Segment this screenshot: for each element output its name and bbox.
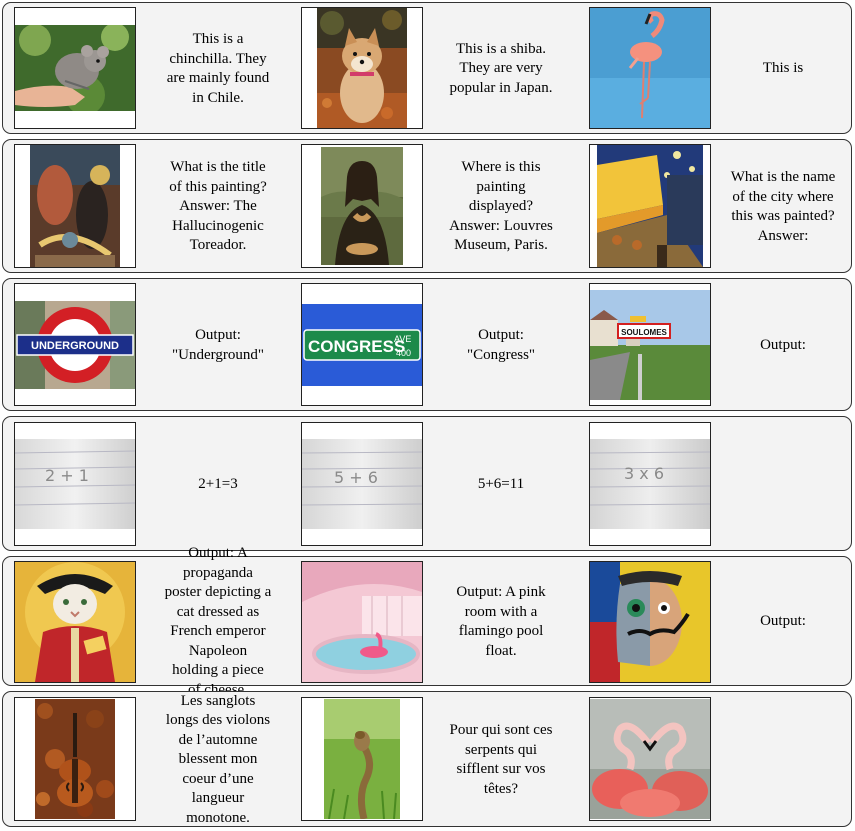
caption-2plus1: 2+1=3 (198, 475, 238, 492)
mona-lisa-image (301, 144, 423, 268)
cobra-image (301, 697, 423, 821)
caption-city-question: What is the name of the city where this … (730, 169, 836, 244)
congress-sign-text: CONGRESS (308, 337, 405, 356)
caption-underground: Output: "Underground" (172, 327, 264, 363)
example-row-5: Output: A propaganda poster depicting a … (2, 545, 852, 698)
chinchilla-image (14, 7, 136, 129)
caption-chinchilla: This is a chinchilla. They are mainly fo… (166, 31, 270, 106)
shiba-image (301, 7, 423, 129)
underground-sign-image: UNDERGROUND (14, 283, 136, 406)
toreador-painting-image (14, 144, 136, 268)
caption-snakes-question: Pour qui sont ces serpents qui sifflent … (449, 722, 553, 797)
caption-flamingos-heart (715, 692, 851, 828)
handwriting-5plus6-image: 5 + 6 (301, 422, 423, 546)
soulomes-sign-text: SOULOMES (621, 328, 667, 337)
example-row-2: What is the title of this painting? Answ… (2, 139, 852, 273)
caption-violin-poem: Les sanglots longs des violons de l’auto… (165, 692, 271, 826)
handwriting-2plus1-text: 2 + 1 (45, 466, 89, 485)
caption-shiba: This is a shiba. They are very popular i… (449, 40, 553, 96)
example-row-3: UNDERGROUND Output: "Underground" CONGRE… (2, 278, 852, 411)
congress-sign-image: CONGRESS AVE 400 (301, 283, 423, 406)
pink-room-image (301, 561, 423, 683)
caption-napoleon-cat: Output: A propaganda poster depicting a … (164, 545, 272, 698)
napoleon-cat-poster-image (14, 561, 136, 683)
caption-soulomes: Output: (760, 336, 806, 353)
congress-sign-number: 400 (396, 348, 411, 358)
handwriting-3times6-text: 3 x 6 (624, 464, 664, 483)
caption-5plus6: 5+6=11 (477, 475, 525, 492)
example-row-1: This is a chinchilla. They are mainly fo… (2, 2, 852, 134)
caption-congress: Output: "Congress" (466, 327, 536, 363)
violin-leaves-image (14, 697, 136, 821)
caption-painting-title: What is the title of this painting? Answ… (169, 159, 267, 254)
flamingo-image (589, 7, 711, 129)
caption-3times6 (715, 417, 851, 552)
caption-split-face: Output: (760, 613, 806, 630)
example-row-4: 2 + 1 2+1=3 5 + 6 5+6=11 3 x 6 (2, 416, 852, 551)
congress-sign-ave: AVE (394, 334, 411, 344)
example-row-6: Les sanglots longs des violons de l’auto… (2, 691, 852, 827)
caption-pink-room: Output: A pink room with a flamingo pool… (456, 584, 546, 659)
underground-sign-text: UNDERGROUND (31, 340, 119, 352)
handwriting-2plus1-image: 2 + 1 (14, 422, 136, 546)
split-face-image (589, 561, 711, 683)
flamingos-heart-image (589, 697, 711, 821)
caption-flamingo: This is (762, 60, 804, 77)
handwriting-5plus6-text: 5 + 6 (334, 468, 378, 487)
cafe-terrace-image (589, 144, 711, 268)
caption-painting-location: Where is this painting displayed? Answer… (449, 159, 553, 254)
handwriting-3times6-image: 3 x 6 (589, 422, 711, 546)
soulomes-sign-image: SOULOMES (589, 283, 711, 406)
